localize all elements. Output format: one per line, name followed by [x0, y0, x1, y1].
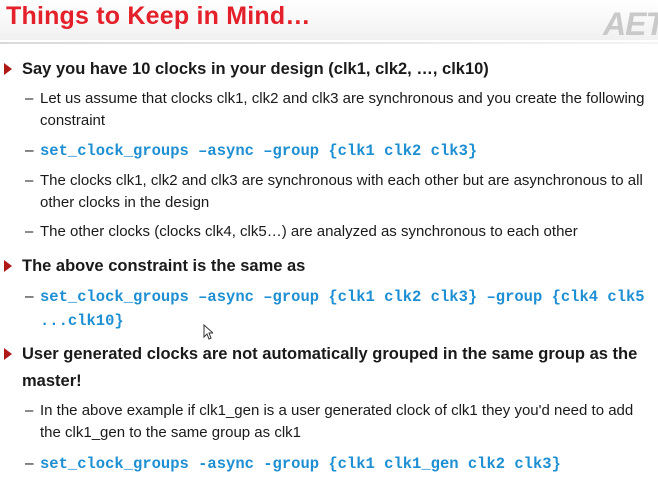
- code-line-3: – set_clock_groups -async -group {clk1 c…: [25, 452, 655, 476]
- title-bar: Things to Keep in Mind… AET: [0, 0, 658, 42]
- mouse-cursor-icon: [203, 324, 213, 340]
- sub-bullet-1-3: – The clocks clk1, clk2 and clk3 are syn…: [25, 170, 655, 214]
- sub-bullet-1-4: – The other clocks (clocks clk4, clk5…) …: [25, 221, 655, 243]
- dash-icon: –: [25, 223, 34, 240]
- code-line-1-text: set_clock_groups –async –group {clk1 clk…: [40, 142, 478, 160]
- sub-bullet-1-3-text: The clocks clk1, clk2 and clk3 are synch…: [40, 172, 643, 211]
- dash-icon: –: [25, 90, 34, 107]
- bullet-2: The above constraint is the same as: [4, 253, 652, 280]
- bullet-2-text: The above constraint is the same as: [22, 257, 306, 275]
- sub-bullet-1-4-text: The other clocks (clocks clk4, clk5…) ar…: [40, 223, 578, 240]
- bullet-1-text: Say you have 10 clocks in your design (c…: [22, 60, 489, 78]
- code-line-1: – set_clock_groups –async –group {clk1 c…: [25, 139, 655, 163]
- dash-icon: –: [25, 455, 34, 472]
- bullet-3: User generated clocks are not automatica…: [4, 341, 652, 395]
- dash-icon: –: [25, 288, 34, 305]
- sub-bullet-3-1: – In the above example if clk1_gen is a …: [25, 400, 655, 444]
- company-logo: AET: [603, 6, 658, 42]
- code-line-2: – set_clock_groups –async –group {clk1 c…: [25, 285, 655, 333]
- code-line-2-text: set_clock_groups –async –group {clk1 clk…: [40, 288, 645, 330]
- sub-bullet-1-1-text: Let us assume that clocks clk1, clk2 and…: [40, 90, 645, 129]
- slide-title: Things to Keep in Mind…: [6, 2, 311, 30]
- dash-icon: –: [25, 402, 34, 419]
- sub-bullet-1-1: – Let us assume that clocks clk1, clk2 a…: [25, 88, 655, 132]
- title-divider: [0, 42, 658, 44]
- slide: Things to Keep in Mind… AET Say you have…: [0, 0, 658, 482]
- sub-bullet-3-1-text: In the above example if clk1_gen is a us…: [40, 402, 634, 441]
- bullet-1: Say you have 10 clocks in your design (c…: [4, 56, 652, 83]
- dash-icon: –: [25, 172, 34, 189]
- arrow-bullet-icon: [4, 348, 12, 360]
- code-line-3-text: set_clock_groups -async -group {clk1 clk…: [40, 455, 561, 473]
- arrow-bullet-icon: [4, 63, 12, 75]
- bullet-3-text: User generated clocks are not automatica…: [22, 345, 638, 390]
- arrow-bullet-icon: [4, 260, 12, 272]
- dash-icon: –: [25, 142, 34, 159]
